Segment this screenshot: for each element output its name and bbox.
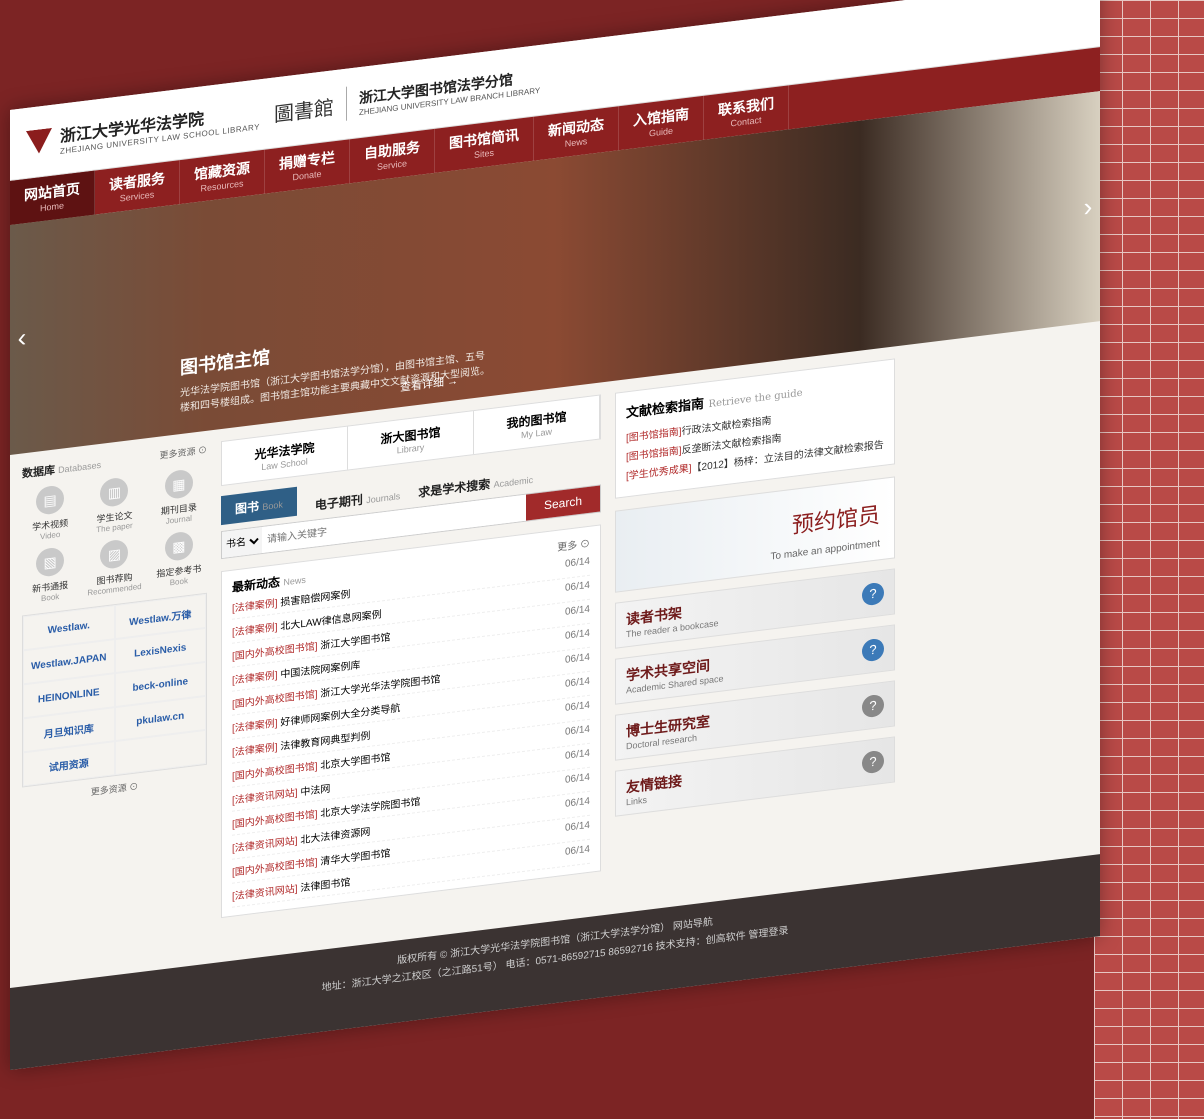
middle-column: 光华法学院 Law School 浙大图书馆 Library 我的图书馆 My Law… <box>221 394 601 919</box>
news-date: 06/14 <box>564 579 590 594</box>
bookmark-icon: ▨ <box>100 538 129 570</box>
search-tab-sublabel: Book <box>262 499 283 513</box>
news-title-text: 中法网 <box>300 783 331 799</box>
question-icon: ? <box>862 581 884 607</box>
guide-title-en: Retrieve the guide <box>708 387 803 411</box>
search-tab-label: 电子期刊 <box>314 492 363 513</box>
search-field-select[interactable]: 书名 <box>222 527 262 558</box>
news-date: 06/14 <box>564 819 590 834</box>
library-word: 圖書館 <box>273 94 334 127</box>
search-tab-sublabel: Journals <box>366 491 401 506</box>
db-item-video[interactable]: ▤ 学术视频 Video <box>22 483 78 544</box>
news-category: [法律案例] <box>232 742 278 759</box>
news-date: 06/14 <box>564 795 590 810</box>
news-date: 06/14 <box>564 747 590 762</box>
news-category: [法律案例] <box>232 598 278 615</box>
retrieve-guide: 文献检索指南 Retrieve the guide [图书馆指南]行政法文献检索… <box>615 358 895 499</box>
news-category: [法律案例] <box>232 718 278 735</box>
search-tab-journals[interactable]: 电子期刊 Journals <box>315 486 400 513</box>
tab-my-library[interactable]: 我的图书馆 My Law <box>474 395 600 455</box>
databases-title-en: Databases <box>58 459 102 476</box>
video-icon: ▤ <box>36 484 65 516</box>
stage: 浙江大学光华法学院 ZHEJIANG UNIVERSITY LAW SCHOOL… <box>0 0 1204 1119</box>
search-tab-books[interactable]: 图书 Book <box>221 486 297 526</box>
database-grid: ▤ 学术视频 Video ▥ 学生论文 The paper ▦ 期刊目录 Journal ▧… <box>22 467 207 606</box>
news-date: 06/14 <box>564 771 590 786</box>
tab-library[interactable]: 浙大图书馆 Library <box>348 411 474 470</box>
question-icon: ? <box>862 749 884 775</box>
reference-book-icon: ▩ <box>164 530 193 562</box>
news-date: 06/14 <box>564 555 590 570</box>
question-icon: ? <box>862 693 884 719</box>
left-column: 数据库 Databases 更多资源 ⊙ ▤ 学术视频 Video ▥ 学生论文 The… <box>22 443 207 943</box>
search-tab-sublabel: Academic <box>493 474 534 490</box>
appointment-subtitle: To make an appointment <box>770 538 880 563</box>
db-item-new-books[interactable]: ▧ 新书通报 Book <box>22 545 78 606</box>
news-title-en: News <box>283 574 306 588</box>
news-date: 06/14 <box>564 627 590 642</box>
news-category: [法律资讯网站] <box>232 883 298 903</box>
chevron-right-icon[interactable]: › <box>1076 187 1100 226</box>
chevron-left-icon[interactable]: ‹ <box>10 318 34 357</box>
banner-caption: 图书馆主馆 光华法学院图书馆（浙江大学图书馆法学分馆），由图书馆主馆、五号楼和四… <box>180 316 490 416</box>
news-date: 06/14 <box>564 675 590 690</box>
new-book-icon: ▧ <box>36 546 65 578</box>
search-button[interactable]: Search <box>525 485 600 521</box>
tab-law-school[interactable]: 光华法学院 Law School <box>222 426 348 485</box>
appointment-title: 预约馆员 <box>791 503 880 539</box>
branch-title: 浙江大学图书馆法学分馆 ZHEJIANG UNIVERSITY LAW BRAN… <box>359 65 540 117</box>
more-resources-link[interactable]: 更多资源 ⊙ <box>159 443 207 465</box>
db-item-paper[interactable]: ▥ 学生论文 The paper <box>86 475 142 536</box>
db-item-reference[interactable]: ▩ 指定参考书 Book <box>151 529 207 590</box>
databases-title: 数据库 <box>22 464 55 481</box>
guide-tag: [学生优秀成果] <box>626 463 692 483</box>
news-date: 06/14 <box>564 723 590 738</box>
question-icon: ? <box>862 637 884 663</box>
header-divider <box>345 86 347 121</box>
resource-logos: Westlaw. Westlaw.万律 Westlaw.JAPAN LexisN… <box>22 592 207 788</box>
book-icon: ▥ <box>100 476 129 508</box>
news-date: 06/14 <box>564 699 590 714</box>
news-category: [法律案例] <box>232 670 278 687</box>
journal-icon: ▦ <box>164 468 193 500</box>
news-date: 06/14 <box>564 651 590 666</box>
shield-icon <box>26 128 52 155</box>
news-panel: 最新动态 News 更多 ⊙ [法律案例] 损害赔偿网案例 06/14 [法律案例… <box>221 524 601 919</box>
db-item-recommended[interactable]: ▨ 图书荐购 Recommended <box>86 537 142 598</box>
website-page: 浙江大学光华法学院 ZHEJIANG UNIVERSITY LAW SCHOOL… <box>10 0 1100 1071</box>
right-column: 文献检索指南 Retrieve the guide [图书馆指南]行政法文献检索… <box>615 358 895 869</box>
guide-title-cn: 文献检索指南 <box>626 396 705 422</box>
news-category: [法律案例] <box>232 622 278 639</box>
search-tab-label: 图书 <box>235 499 260 517</box>
news-title-text: 法律图书馆 <box>300 877 351 895</box>
news-date: 06/14 <box>564 843 590 858</box>
news-date: 06/14 <box>564 603 590 618</box>
search-tab-label: 求是学术搜索 <box>418 477 491 500</box>
db-item-journal[interactable]: ▦ 期刊目录 Journal <box>151 467 207 528</box>
